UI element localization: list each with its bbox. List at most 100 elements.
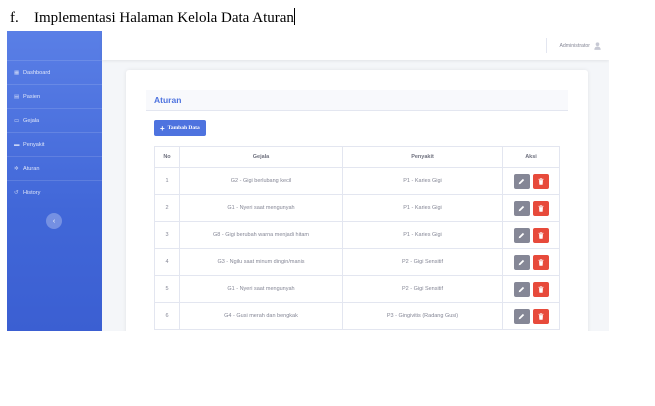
action-group (503, 227, 559, 243)
delete-button[interactable] (532, 200, 549, 216)
edit-button[interactable] (513, 254, 530, 270)
pencil-icon (518, 313, 525, 320)
chevron-left-icon: ‹ (52, 217, 56, 225)
sidebar: ▦ Dashboard ▤ Pasien ▭ Gejala ▬ Penyakit ✲ At… (7, 31, 102, 331)
sidebar-item-label: Dashboard (23, 69, 51, 76)
delete-button[interactable] (532, 281, 549, 297)
column-header-no: No (154, 146, 180, 168)
cell-aksi (502, 194, 560, 222)
delete-button[interactable] (532, 308, 549, 324)
pencil-icon (518, 259, 525, 266)
cell-penyakit: P1 - Karies Gigi (342, 167, 503, 195)
cell-no: 5 (154, 275, 180, 303)
heading-text: Implementasi Halaman Kelola Data Aturan (34, 10, 294, 26)
action-group (503, 281, 559, 297)
table-row: 4 G3 - Ngilu saat minum dingin/manis P2 - … (154, 248, 560, 276)
topbar: Administrator (102, 31, 609, 60)
sidebar-toggle-button[interactable]: ‹ (46, 213, 62, 229)
sidebar-item-aturan[interactable]: ✲ Aturan (7, 156, 102, 180)
trash-icon (538, 204, 544, 212)
cell-aksi (502, 167, 560, 195)
cell-no: 4 (154, 248, 180, 276)
cell-gejala: G1 - Nyeri saat mengunyah (179, 194, 343, 222)
dashboard-icon: ▦ (14, 69, 20, 76)
sidebar-item-label: Pasien (23, 93, 41, 100)
table-row: 1 G2 - Gigi berlubang kecil P1 - Karies Gi… (154, 167, 560, 195)
plus-icon: + (160, 123, 165, 133)
sidebar-item-dashboard[interactable]: ▦ Dashboard (7, 60, 102, 84)
trash-icon (538, 177, 544, 185)
history-icon: ↺ (14, 189, 19, 196)
user-menu[interactable]: Administrator (559, 31, 601, 60)
action-group (503, 200, 559, 216)
symptom-icon: ▭ (14, 117, 20, 124)
rules-card: Aturan + Tambah Data No Gejala Penyakit … (126, 70, 588, 331)
trash-icon (538, 285, 544, 293)
trash-icon (538, 312, 544, 320)
pencil-icon (518, 286, 525, 293)
document-heading: f. Implementasi Halaman Kelola Data Atura… (10, 8, 295, 27)
folder-icon: ▬ (14, 141, 20, 148)
table-row: 6 G4 - Gusi merah dan bengkak P3 - Gingivi… (154, 302, 560, 330)
card-header: Aturan (146, 90, 568, 111)
sidebar-item-penyakit[interactable]: ▬ Penyakit (7, 132, 102, 156)
edit-button[interactable] (513, 200, 530, 216)
sidebar-item-pasien[interactable]: ▤ Pasien (7, 84, 102, 108)
cell-no: 3 (154, 221, 180, 249)
heading-number: f. (10, 10, 19, 26)
delete-button[interactable] (532, 173, 549, 189)
cell-penyakit: P2 - Gigi Sensitif (342, 248, 503, 276)
cell-gejala: G3 - Ngilu saat minum dingin/manis (179, 248, 343, 276)
card-title: Aturan (154, 95, 182, 105)
pencil-icon (518, 232, 525, 239)
cell-no: 2 (154, 194, 180, 222)
sidebar-nav: ▦ Dashboard ▤ Pasien ▭ Gejala ▬ Penyakit ✲ At… (7, 60, 102, 204)
edit-button[interactable] (513, 308, 530, 324)
table-row: 3 G8 - Gigi berubah warna menjadi hitam P1… (154, 221, 560, 249)
delete-button[interactable] (532, 254, 549, 270)
column-header-aksi: Aksi (502, 146, 560, 168)
edit-button[interactable] (513, 281, 530, 297)
cell-aksi (502, 275, 560, 303)
column-header-gejala: Gejala (179, 146, 343, 168)
column-header-penyakit: Penyakit (342, 146, 503, 168)
user-name: Administrator (559, 42, 590, 49)
action-group (503, 173, 559, 189)
cell-penyakit: P2 - Gigi Sensitif (342, 275, 503, 303)
cell-gejala: G1 - Nyeri saat mengunyah (179, 275, 343, 303)
table-row: 2 G1 - Nyeri saat mengunyah P1 - Karies Gi… (154, 194, 560, 222)
cell-penyakit: P1 - Karies Gigi (342, 194, 503, 222)
trash-icon (538, 231, 544, 239)
cell-gejala: G8 - Gigi berubah warna menjadi hitam (179, 221, 343, 249)
action-group (503, 254, 559, 270)
rules-table: No Gejala Penyakit Aksi 1 G2 - Gigi berlu… (154, 146, 560, 330)
cell-aksi (502, 248, 560, 276)
table-header-row: No Gejala Penyakit Aksi (154, 146, 560, 168)
cell-no: 6 (154, 302, 180, 330)
table-row: 5 G1 - Nyeri saat mengunyah P2 - Gigi Sens… (154, 275, 560, 303)
topbar-divider (546, 38, 547, 53)
cell-aksi (502, 221, 560, 249)
sidebar-item-history[interactable]: ↺ History (7, 180, 102, 204)
sidebar-item-label: Gejala (23, 117, 40, 124)
patient-icon: ▤ (14, 93, 20, 100)
sidebar-item-label: Penyakit (23, 141, 45, 148)
cell-penyakit: P1 - Karies Gigi (342, 221, 503, 249)
pencil-icon (518, 205, 525, 212)
gear-icon: ✲ (14, 165, 19, 172)
delete-button[interactable] (532, 227, 549, 243)
user-icon (594, 41, 601, 50)
app-screenshot: ▦ Dashboard ▤ Pasien ▭ Gejala ▬ Penyakit ✲ At… (7, 31, 609, 331)
sidebar-item-gejala[interactable]: ▭ Gejala (7, 108, 102, 132)
cell-gejala: G4 - Gusi merah dan bengkak (179, 302, 343, 330)
cell-gejala: G2 - Gigi berlubang kecil (179, 167, 343, 195)
edit-button[interactable] (513, 173, 530, 189)
text-cursor (293, 8, 295, 25)
action-group (503, 308, 559, 324)
cell-aksi (502, 302, 560, 330)
edit-button[interactable] (513, 227, 530, 243)
cell-no: 1 (154, 167, 180, 195)
sidebar-item-label: Aturan (23, 165, 40, 172)
add-data-button[interactable]: + Tambah Data (154, 120, 206, 136)
pencil-icon (518, 178, 525, 185)
